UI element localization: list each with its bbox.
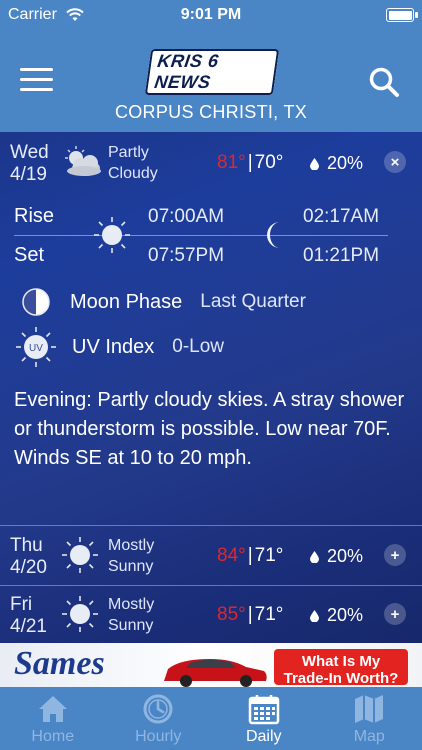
day-label: Fri 4/21 <box>10 594 47 638</box>
sun-icon <box>62 537 98 573</box>
day-name: Wed <box>10 142 49 163</box>
uv-index-value: 0-Low <box>172 336 225 357</box>
tab-hourly-label: Hourly <box>135 728 182 745</box>
raindrop-icon <box>310 609 319 622</box>
day-date: 4/19 <box>10 164 47 185</box>
uv-index-label: UV Index <box>72 335 155 358</box>
high-temp: 84° <box>217 545 246 566</box>
sunrise-time: 07:00AM <box>148 206 225 227</box>
row-divider <box>0 525 422 526</box>
tab-home[interactable]: Home <box>0 687 106 750</box>
raindrop-icon <box>310 157 319 170</box>
high-temp: 81° <box>217 152 246 173</box>
ad-brand: Sames <box>14 645 105 682</box>
app-header: KRIS 6 NEWS CORPUS CHRISTI, TX <box>0 30 422 132</box>
day-name: Fri <box>10 594 33 615</box>
car-image <box>164 659 267 687</box>
moonset-time: 01:21PM <box>303 245 380 266</box>
uv-index-icon: UV <box>16 327 56 367</box>
temperature: 85° | 71° <box>217 604 284 625</box>
moon-phase-value: Last Quarter <box>200 291 306 312</box>
tab-hourly[interactable]: Hourly <box>106 687 212 750</box>
condition-line-2: Sunny <box>108 617 154 634</box>
ad-banner[interactable]: Sames What Is My Trade-In Worth? <box>0 643 422 687</box>
station-logo: KRIS 6 NEWS <box>144 49 280 95</box>
calendar-icon <box>248 695 279 725</box>
uv-index-row: UV UV Index 0-Low <box>14 325 224 369</box>
sun-icon <box>94 217 130 253</box>
condition-text: Mostly Sunny <box>108 594 154 636</box>
home-icon <box>38 696 67 722</box>
partly-cloudy-icon <box>65 146 101 176</box>
raindrop-icon <box>310 550 319 563</box>
moonrise-time: 02:17AM <box>303 206 380 227</box>
battery-icon <box>386 8 418 22</box>
status-time: 9:01 PM <box>180 6 242 23</box>
precip-chance: 20% <box>310 546 363 567</box>
uv-badge-text: UV <box>29 343 43 354</box>
tab-map-label: Map <box>353 728 385 745</box>
condition-line-1: Mostly <box>108 537 155 554</box>
condition-line-1: Partly <box>108 144 149 161</box>
condition-line-2: Sunny <box>108 558 154 575</box>
moon-icon <box>267 222 280 248</box>
precip-value: 20% <box>327 153 364 173</box>
tab-home-label: Home <box>31 728 75 745</box>
precip-value: 20% <box>327 546 364 566</box>
moon-phase-row: Moon Phase Last Quarter <box>14 285 306 319</box>
temperature: 84° | 71° <box>217 545 284 566</box>
forecast-description: Evening: Partly cloudy skies. A stray sh… <box>14 389 405 469</box>
tab-bar: Home Hourly Daily Map <box>0 687 422 750</box>
low-temp: 71° <box>254 545 284 566</box>
set-label: Set <box>14 244 45 266</box>
forecast-day-row[interactable]: Fri 4/21 Mostly Sunny 85° | 71° 20% + <box>0 586 422 643</box>
rise-label: Rise <box>14 205 55 227</box>
moon-phase-icon <box>22 288 50 316</box>
location-label: CORPUS CHRISTI, TX <box>114 102 308 122</box>
day-name: Thu <box>10 535 43 556</box>
sunset-time: 07:57PM <box>148 245 225 266</box>
forecast-day-row[interactable]: Thu 4/20 Mostly Sunny 84° | 71° 20% + <box>0 527 422 584</box>
condition-line-2: Cloudy <box>108 165 158 182</box>
day-date: 4/20 <box>10 557 47 578</box>
condition-text: Partly Cloudy <box>108 142 158 184</box>
logo-text: KRIS 6 NEWS <box>144 49 280 95</box>
ad-cta[interactable]: What Is My Trade-In Worth? <box>274 649 408 687</box>
expand-button[interactable]: + <box>384 603 406 625</box>
day-label: Wed 4/19 <box>10 142 49 186</box>
expand-button[interactable]: + <box>384 544 406 566</box>
low-temp: 70° <box>254 152 284 173</box>
menu-icon[interactable] <box>20 68 53 92</box>
forecast-day-expanded[interactable]: Wed 4/19 Partly Cloudy 81° | 70° 20% × <box>0 132 422 186</box>
temperature: 81° | 70° <box>217 152 284 173</box>
tab-daily-label: Daily <box>245 728 282 745</box>
day-label: Thu 4/20 <box>10 535 47 579</box>
low-temp: 71° <box>254 604 284 625</box>
ad-cta-line-2: Trade-In Worth? <box>283 670 399 687</box>
tab-map[interactable]: Map <box>317 687 422 750</box>
day-date: 4/21 <box>10 616 47 637</box>
search-icon[interactable] <box>368 66 400 98</box>
condition-line-1: Mostly <box>108 596 155 613</box>
clock-icon <box>143 694 173 724</box>
tab-daily[interactable]: Daily <box>211 687 317 750</box>
precip-value: 20% <box>327 605 364 625</box>
condition-text: Mostly Sunny <box>108 535 154 577</box>
ad-cta-line-1: What Is My <box>301 653 381 670</box>
moon-phase-label: Moon Phase <box>70 290 183 313</box>
precip-chance: 20% <box>310 605 363 626</box>
high-temp: 85° <box>217 604 246 625</box>
precip-chance: 20% <box>310 153 363 174</box>
collapse-button[interactable]: × <box>384 151 406 173</box>
map-icon <box>355 695 384 723</box>
status-bar: Carrier 9:01 PM <box>0 0 422 30</box>
sun-icon <box>62 596 98 632</box>
